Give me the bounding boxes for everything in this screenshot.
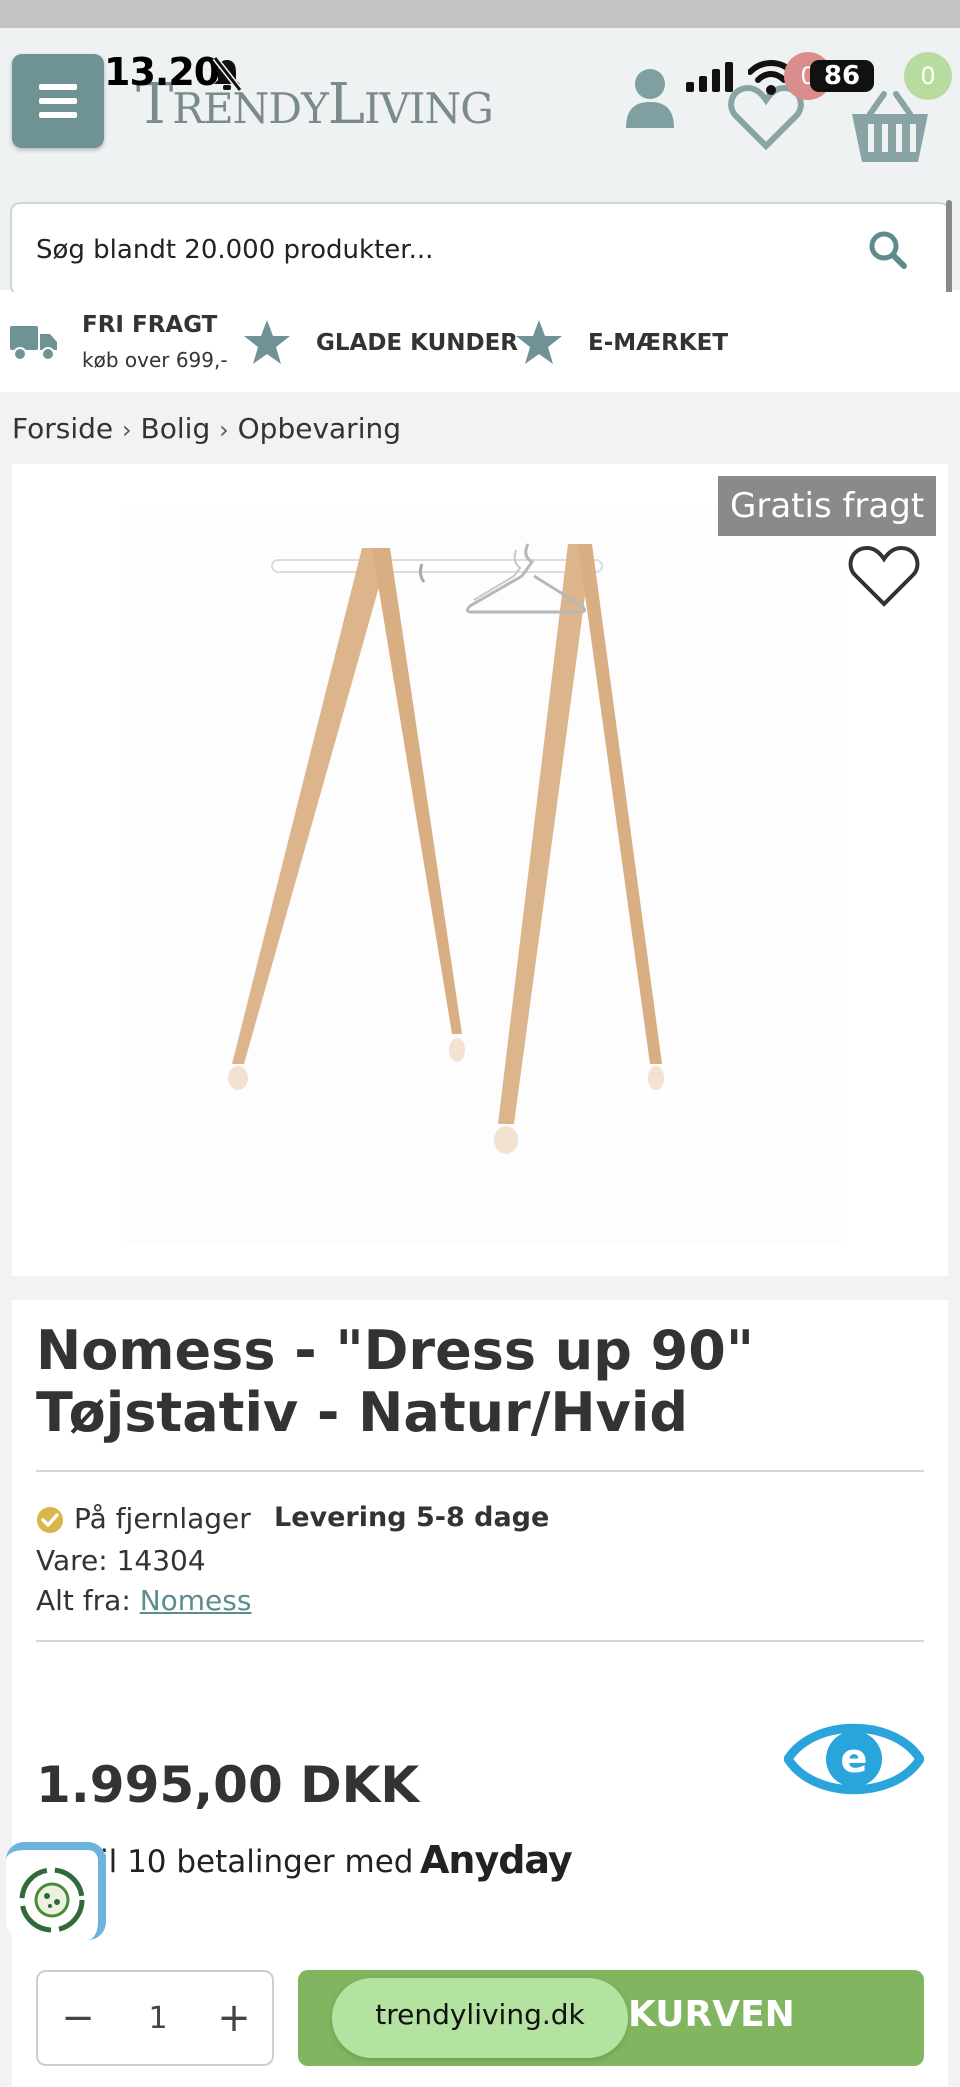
product-image-card: Gratis fragt bbox=[12, 464, 948, 1276]
breadcrumb: Forside › Bolig › Opbevaring bbox=[12, 412, 401, 445]
free-shipping-badge: Gratis fragt bbox=[718, 476, 937, 536]
sku-value: 14304 bbox=[116, 1544, 206, 1577]
usp-emark: E-MÆRKET bbox=[588, 330, 729, 356]
basket-icon[interactable] bbox=[850, 90, 930, 166]
sku-label: Vare: bbox=[36, 1544, 108, 1577]
breadcrumb-item-bolig[interactable]: Bolig bbox=[141, 412, 211, 445]
bell-muted-icon bbox=[212, 56, 242, 92]
brand-row: Alt fra: Nomess bbox=[36, 1584, 251, 1617]
logo-word: IVING bbox=[363, 84, 494, 133]
site-header: TRENDYLIVING 13.20 0 86 0 bbox=[0, 28, 960, 296]
cookie-settings-button[interactable] bbox=[6, 1842, 106, 1940]
truck-icon bbox=[10, 326, 57, 361]
menu-icon-bar bbox=[39, 112, 77, 118]
breadcrumb-separator: › bbox=[219, 416, 229, 444]
cookie-icon bbox=[19, 1867, 85, 1933]
search-input[interactable] bbox=[36, 226, 836, 274]
user-icon[interactable] bbox=[622, 66, 678, 130]
brand-link[interactable]: Nomess bbox=[140, 1584, 252, 1617]
logo-letter: L bbox=[327, 72, 365, 137]
quantity-input[interactable] bbox=[118, 1994, 198, 2042]
status-time: 13.20 bbox=[104, 50, 220, 94]
product-price: 1.995,00 DKK bbox=[36, 1756, 420, 1814]
emark-icon[interactable]: e bbox=[784, 1716, 924, 1802]
search-bar bbox=[10, 202, 950, 296]
svg-text:e: e bbox=[840, 1736, 867, 1782]
quantity-decrease-button[interactable]: − bbox=[58, 1994, 98, 2042]
product-image[interactable] bbox=[122, 504, 842, 1244]
stock-status: På fjernlager bbox=[74, 1502, 251, 1535]
divider bbox=[36, 1470, 924, 1472]
star-icon bbox=[244, 320, 290, 364]
menu-button[interactable] bbox=[12, 54, 104, 148]
battery-indicator: 86 bbox=[810, 60, 874, 92]
breadcrumb-item-opbevaring[interactable]: Opbevaring bbox=[238, 412, 401, 445]
check-circle-icon bbox=[37, 1507, 63, 1533]
browser-url-pill[interactable]: trendyliving.dk bbox=[332, 1978, 628, 2058]
product-info-card: Nomess - "Dress up 90" Tøjstativ - Natur… bbox=[12, 1300, 948, 2087]
star-icon bbox=[516, 320, 562, 364]
top-edge bbox=[0, 0, 960, 28]
divider bbox=[36, 1640, 924, 1642]
usp-free-shipping-subtitle: køb over 699,- bbox=[82, 348, 228, 372]
main-content: Forside › Bolig › Opbevaring Gratis frag… bbox=[0, 392, 960, 2087]
usp-happy-customers: GLADE KUNDER bbox=[316, 330, 519, 356]
usp-bar: FRI FRAGT køb over 699,- GLADE KUNDER E-… bbox=[0, 292, 960, 392]
breadcrumb-separator: › bbox=[122, 416, 132, 444]
brand-label: Alt fra: bbox=[36, 1584, 131, 1617]
installment-text: il 10 betalinger med bbox=[100, 1844, 414, 1880]
quantity-increase-button[interactable]: + bbox=[214, 1994, 254, 2042]
favorite-heart-icon[interactable] bbox=[846, 544, 922, 608]
anyday-logo[interactable]: Anyday bbox=[420, 1838, 573, 1882]
search-icon[interactable] bbox=[868, 230, 908, 270]
cart-count-badge: 0 bbox=[904, 52, 952, 100]
browser-url: trendyliving.dk bbox=[375, 1998, 585, 2031]
menu-icon-bar bbox=[39, 98, 77, 104]
sku-row: Vare: 14304 bbox=[36, 1544, 206, 1577]
product-title: Nomess - "Dress up 90" Tøjstativ - Natur… bbox=[36, 1319, 754, 1444]
breadcrumb-item-home[interactable]: Forside bbox=[12, 412, 113, 445]
menu-icon-bar bbox=[39, 84, 77, 90]
quantity-stepper: − + bbox=[36, 1970, 274, 2066]
delivery-time: Levering 5-8 dage bbox=[274, 1502, 550, 1533]
usp-free-shipping-title: FRI FRAGT bbox=[82, 312, 218, 338]
add-to-cart-label: KURVEN bbox=[628, 1994, 795, 2035]
